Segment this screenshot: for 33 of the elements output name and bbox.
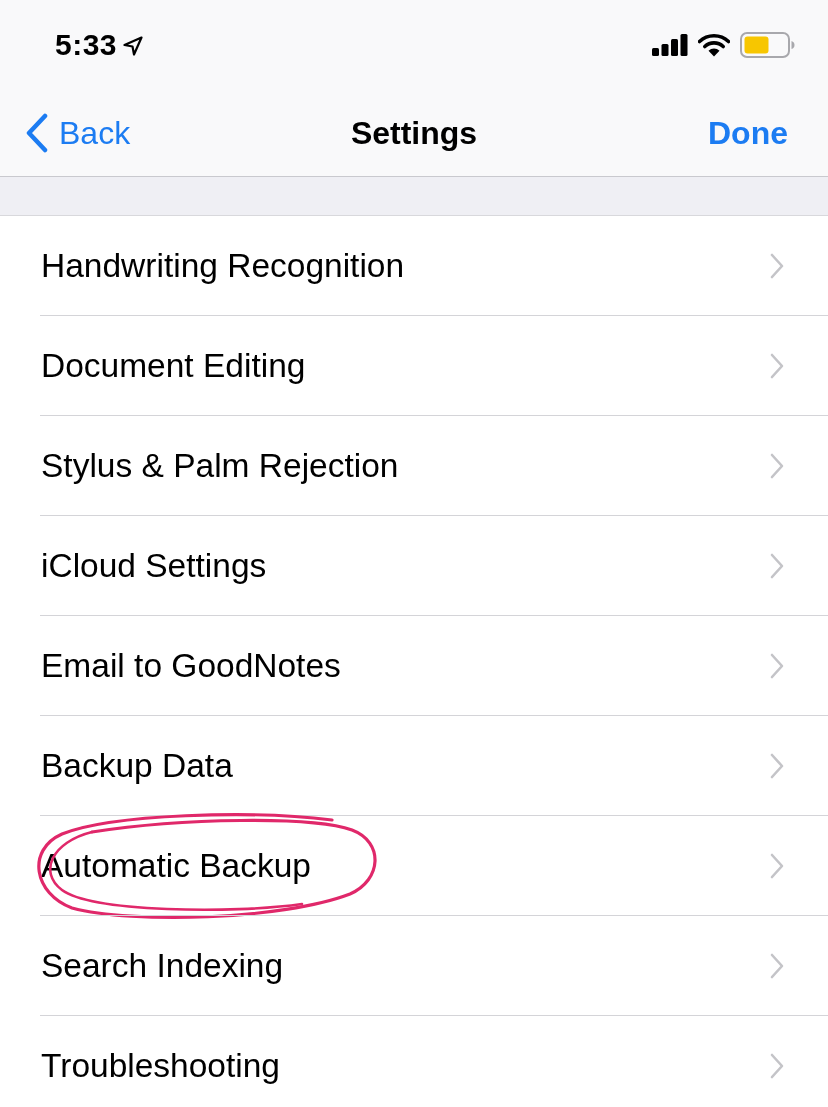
row-label: Troubleshooting (41, 1047, 280, 1085)
row-label: Handwriting Recognition (41, 247, 405, 285)
settings-row[interactable]: Stylus & Palm Rejection (0, 416, 828, 516)
row-label: Search Indexing (41, 947, 284, 985)
wifi-icon (698, 33, 730, 57)
done-button[interactable]: Done (708, 114, 788, 152)
settings-row[interactable]: Email to GoodNotes (0, 616, 828, 716)
chevron-right-icon (770, 253, 784, 279)
row-label: Document Editing (41, 347, 306, 385)
chevron-right-icon (770, 753, 784, 779)
chevron-right-icon (770, 453, 784, 479)
signal-icon (652, 34, 688, 56)
page-title: Settings (350, 114, 478, 151)
row-label: iCloud Settings (41, 547, 267, 585)
chevron-left-icon (25, 113, 49, 153)
chevron-right-icon (770, 953, 784, 979)
row-label: Stylus & Palm Rejection (41, 447, 399, 485)
settings-row[interactable]: Backup Data (0, 716, 828, 816)
location-arrow-icon (123, 36, 144, 56)
status-time: 5:33 (55, 28, 118, 62)
settings-row[interactable]: Handwriting Recognition (0, 216, 828, 316)
chevron-right-icon (770, 1053, 784, 1079)
row-label: Backup Data (41, 747, 233, 785)
battery-icon (740, 32, 795, 58)
back-button[interactable]: Back (25, 113, 131, 153)
chevron-right-icon (770, 353, 784, 379)
chevron-right-icon (770, 553, 784, 579)
row-label: Email to GoodNotes (41, 647, 341, 685)
chevron-right-icon (770, 653, 784, 679)
settings-row[interactable]: Document Editing (0, 316, 828, 416)
chevron-right-icon (770, 853, 784, 879)
settings-row[interactable]: iCloud Settings (0, 516, 828, 616)
settings-row[interactable]: Search Indexing (0, 916, 828, 1016)
